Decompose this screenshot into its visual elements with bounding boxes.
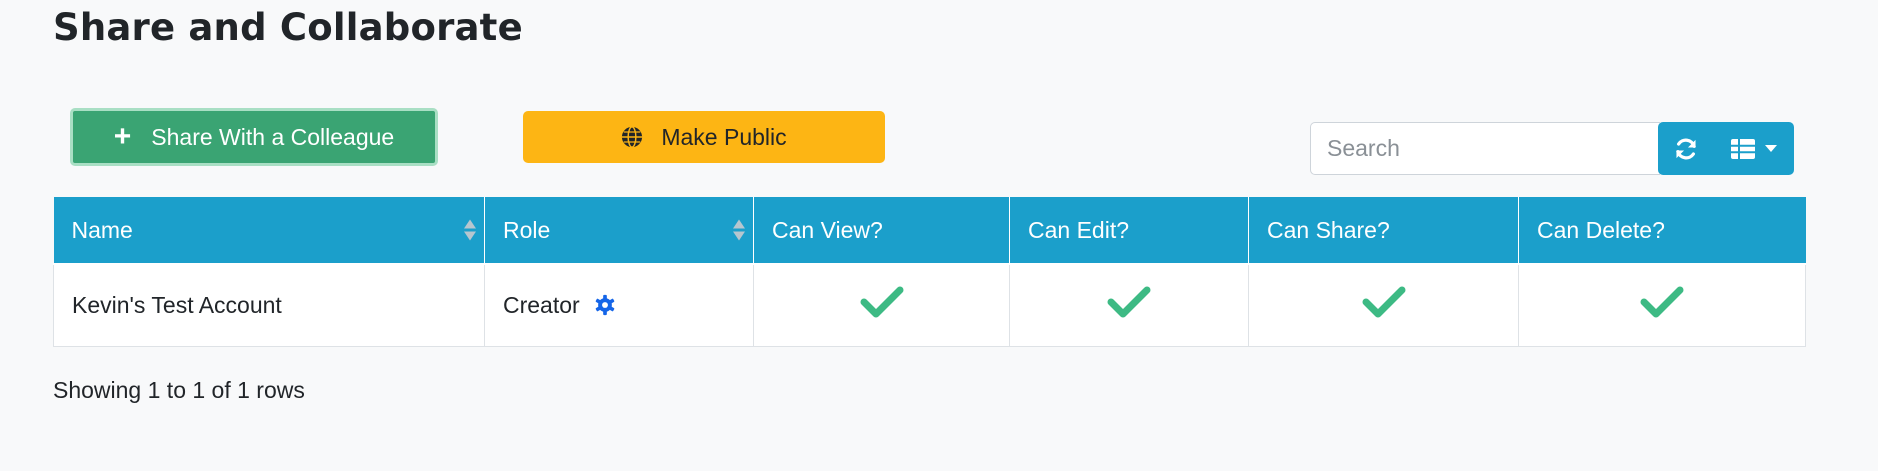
column-header-can-view: Can View?	[753, 197, 1010, 265]
table-header-row: Name Role Can View? Can Edit? Can Share?…	[53, 197, 1806, 265]
table-row: Kevin's Test Account Creator	[53, 263, 1806, 347]
sort-icon	[733, 219, 745, 241]
refresh-button[interactable]	[1658, 122, 1714, 175]
permissions-table: Name Role Can View? Can Edit? Can Share?…	[53, 197, 1806, 347]
columns-toggle-button[interactable]	[1714, 122, 1794, 175]
plus-icon: +	[113, 120, 132, 153]
make-public-label: Make Public	[661, 123, 787, 150]
role-label: Creator	[503, 291, 580, 318]
gear-icon[interactable]	[594, 294, 616, 316]
cell-can-delete	[1518, 263, 1806, 347]
cell-can-share	[1248, 263, 1519, 347]
chevron-down-icon	[1765, 145, 1777, 152]
globe-icon	[622, 126, 643, 148]
cell-can-edit	[1009, 263, 1249, 347]
share-with-colleague-label: Share With a Colleague	[151, 123, 395, 150]
columns-icon	[1731, 138, 1755, 159]
cell-role: Creator	[484, 263, 754, 347]
make-public-button[interactable]: Make Public	[523, 111, 885, 163]
column-header-can-delete: Can Delete?	[1518, 197, 1806, 265]
cell-name: Kevin's Test Account	[53, 263, 485, 347]
column-header-name[interactable]: Name	[53, 197, 485, 265]
column-header-can-share: Can Share?	[1248, 197, 1519, 265]
refresh-icon	[1676, 138, 1696, 159]
page-title: Share and Collaborate	[53, 6, 523, 49]
checkmark-icon	[1107, 286, 1151, 318]
column-header-role[interactable]: Role	[484, 197, 754, 265]
search-input[interactable]	[1310, 122, 1660, 175]
sort-icon	[464, 219, 476, 241]
column-header-can-edit: Can Edit?	[1009, 197, 1249, 265]
pagination-info: Showing 1 to 1 of 1 rows	[53, 377, 305, 403]
cell-can-view	[753, 263, 1010, 347]
share-with-colleague-button[interactable]: + Share With a Colleague	[70, 108, 438, 166]
checkmark-icon	[1362, 286, 1405, 318]
checkmark-icon	[860, 286, 903, 318]
checkmark-icon	[1640, 286, 1684, 318]
